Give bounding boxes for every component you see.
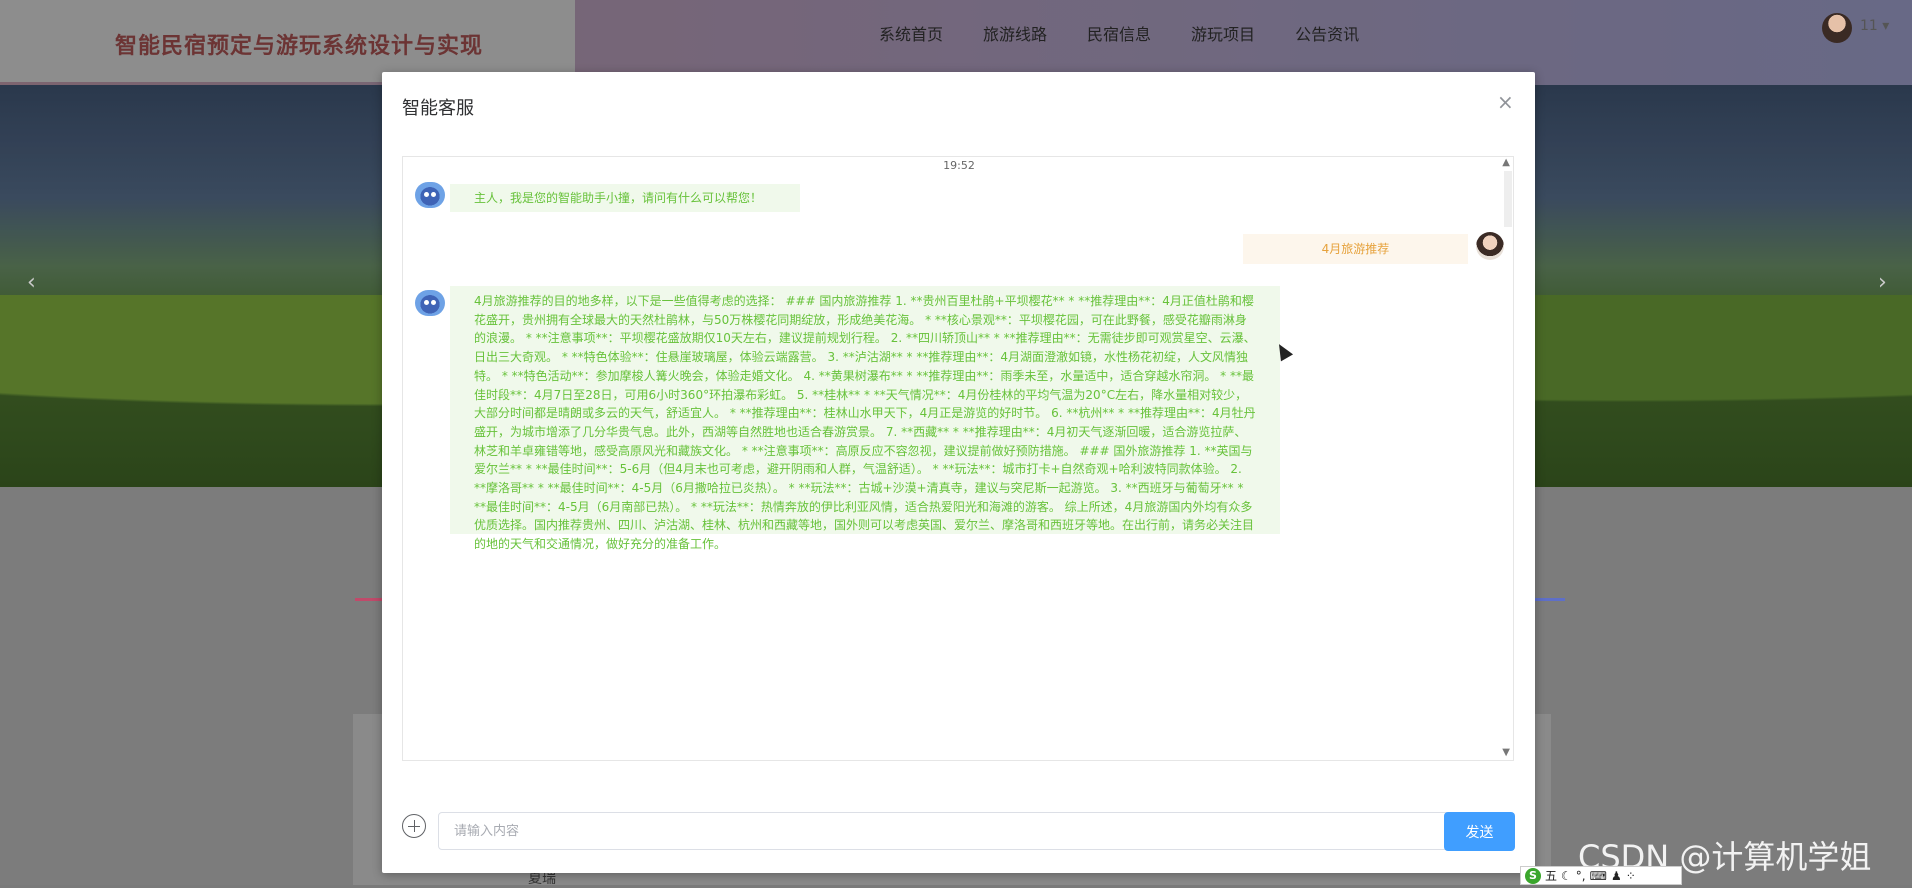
- nav-activities[interactable]: 游玩项目: [1191, 21, 1255, 45]
- send-button[interactable]: 发送: [1444, 812, 1515, 851]
- grid-icon: ⁘: [1625, 868, 1636, 883]
- user-avatar: [1476, 232, 1504, 260]
- moon-icon: ☾: [1561, 868, 1572, 883]
- sogou-ime-icon: S: [1525, 867, 1541, 884]
- nav-home[interactable]: 系统首页: [879, 21, 943, 45]
- user-avatar[interactable]: [1822, 13, 1852, 43]
- nav-routes[interactable]: 旅游线路: [983, 21, 1047, 45]
- bot-message: 4月旅游推荐的目的地多样，以下是一些值得考虑的选择： ### 国内旅游推荐 1.…: [450, 286, 1280, 551]
- user-name[interactable]: 11 ▾: [1860, 18, 1889, 34]
- chat-dialog: 智能客服 × ▲ ▼ 19:52 主人，我是您的智能助手小撞，请问有什么可以帮您…: [382, 72, 1535, 873]
- chevron-right-icon[interactable]: ›: [1878, 270, 1887, 295]
- brand-panel: 智能民宿预定与游玩系统设计与实现: [0, 0, 575, 82]
- ime-mode-label: 五: [1545, 869, 1558, 883]
- bot-avatar-icon: [415, 182, 445, 208]
- main-nav: 系统首页 旅游线路 民宿信息 游玩项目 公告资讯: [879, 21, 1399, 45]
- close-icon[interactable]: ×: [1497, 90, 1514, 114]
- section-divider-left: [355, 598, 385, 601]
- site-title: 智能民宿预定与游玩系统设计与实现: [115, 34, 484, 59]
- bot-message: 主人，我是您的智能助手小撞，请问有什么可以帮您！: [450, 184, 800, 212]
- punctuation-icon: °,: [1575, 868, 1586, 883]
- bot-avatar-icon: [415, 290, 445, 316]
- nav-homestays[interactable]: 民宿信息: [1087, 21, 1151, 45]
- dialog-title: 智能客服: [402, 98, 474, 119]
- chat-input[interactable]: [438, 812, 1492, 850]
- chevron-down-icon: ▾: [1882, 18, 1890, 34]
- chevron-left-icon[interactable]: ‹: [27, 270, 36, 295]
- scrollbar-thumb[interactable]: [1504, 171, 1512, 227]
- user-icon: ♟: [1610, 868, 1622, 883]
- chat-history[interactable]: ▲ ▼ 19:52 主人，我是您的智能助手小撞，请问有什么可以帮您！ 4月旅游推…: [402, 156, 1514, 761]
- scroll-down-icon[interactable]: ▼: [1502, 747, 1510, 758]
- ime-toolbar[interactable]: S 五 ☾ °, ⌨ ♟ ⁘: [1520, 866, 1682, 885]
- nav-announcements[interactable]: 公告资讯: [1295, 21, 1359, 45]
- add-attachment-icon[interactable]: [402, 814, 426, 838]
- user-message: 4月旅游推荐: [1243, 234, 1468, 264]
- section-divider-right: [1535, 598, 1565, 601]
- keyboard-icon: ⌨: [1589, 868, 1607, 883]
- message-timestamp: 19:52: [943, 159, 975, 172]
